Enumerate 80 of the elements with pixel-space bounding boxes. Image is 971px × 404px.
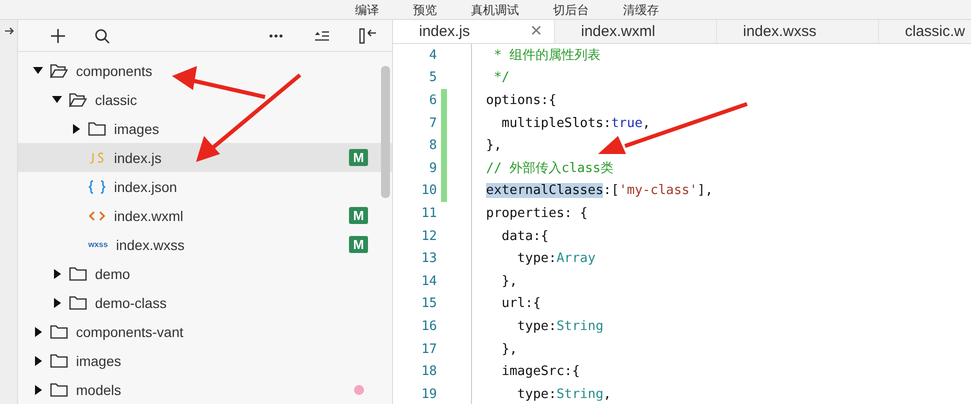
folder-icon	[88, 122, 106, 136]
toolbar-item[interactable]: 清缓存	[623, 2, 659, 16]
file-name: index.js	[114, 150, 162, 166]
line-number: 14	[420, 274, 437, 289]
file-name: models	[76, 382, 122, 398]
tree-item[interactable]: demo-class	[18, 288, 392, 317]
tree-item[interactable]: images	[18, 346, 392, 375]
tree-item[interactable]: index.js M	[18, 143, 392, 172]
folder-icon	[50, 354, 68, 368]
line-number: 11	[420, 206, 437, 221]
toolbar-item[interactable]: 切后台	[553, 2, 589, 16]
code-line: externalClasses:['my-class'],	[486, 183, 713, 198]
code-line: data:{	[500, 228, 549, 244]
folder-icon	[50, 324, 68, 338]
file-name: components	[76, 62, 152, 78]
modified-badge: M	[349, 207, 368, 224]
code-line: properties: {	[486, 206, 588, 221]
file-type-label: wxss	[88, 240, 108, 249]
folder-icon	[69, 296, 87, 310]
tree-item[interactable]: images	[18, 114, 392, 143]
tree-item[interactable]: classic	[18, 85, 392, 114]
code-line: },	[500, 342, 518, 357]
code-line: },	[500, 274, 518, 289]
line-number: 9	[428, 160, 437, 176]
file-name: index.wxss	[116, 236, 184, 252]
folder-icon	[69, 266, 87, 280]
tree-item[interactable]: models	[18, 375, 392, 404]
line-number: 18	[420, 364, 437, 380]
code-line: */	[492, 70, 510, 86]
tree-item[interactable]: wxss index.wxss M	[18, 230, 392, 259]
file-name: index.wxml	[114, 208, 184, 224]
toolbar-item[interactable]: 真机调试	[471, 2, 519, 16]
arrow-right-icon[interactable]	[4, 26, 14, 36]
line-number: 5	[428, 70, 437, 86]
code-line: type:String	[516, 318, 604, 334]
open-folder-icon	[50, 64, 68, 78]
file-name: classic	[95, 92, 138, 108]
file-name: images	[114, 120, 160, 136]
toolbar-item[interactable]: 编译	[355, 2, 379, 16]
code-line: url:{	[500, 296, 541, 312]
line-number: 10	[420, 183, 437, 198]
code-line: multipleSlots:true,	[500, 116, 650, 131]
code-line: * 组件的属性列表	[492, 47, 600, 64]
line-number: 6	[428, 92, 437, 108]
close-icon[interactable]: ×	[530, 20, 542, 43]
line-number: 16	[420, 318, 437, 334]
line-number: 19	[420, 386, 437, 402]
tree-item[interactable]: index.wxml M	[18, 201, 392, 230]
file-name: demo	[95, 266, 130, 282]
file-name: components-vant	[76, 324, 184, 340]
line-number: 12	[420, 228, 437, 244]
code-line: type:Array	[516, 251, 596, 266]
line-number: 15	[420, 296, 437, 312]
code-brackets-icon	[88, 208, 106, 222]
tree-item[interactable]: components	[18, 56, 392, 85]
code-line: type:String,	[516, 386, 612, 402]
code-line: // 外部传入class类	[486, 160, 614, 178]
line-number: 13	[420, 251, 437, 266]
tree-item[interactable]: components-vant	[18, 317, 392, 346]
editor-tab[interactable]: index.js ×	[393, 20, 555, 43]
code-line: options:{	[486, 92, 556, 108]
modified-badge: M	[349, 149, 368, 166]
modified-badge: M	[349, 236, 368, 253]
open-folder-icon	[69, 92, 87, 106]
file-name: index.json	[114, 178, 178, 194]
file-name: demo-class	[95, 294, 167, 310]
tree-item[interactable]: index.json	[18, 172, 392, 201]
folder-icon	[50, 382, 68, 396]
tree-item[interactable]: demo	[18, 259, 392, 288]
js-file-icon	[88, 150, 106, 164]
toolbar-item[interactable]: 预览	[413, 2, 437, 16]
file-name: images	[76, 352, 122, 368]
line-number: 8	[428, 138, 437, 154]
code-line: },	[486, 138, 502, 154]
line-number: 7	[428, 116, 437, 131]
scrollbar[interactable]	[381, 66, 390, 198]
line-number: 17	[420, 342, 437, 357]
braces-icon	[88, 180, 106, 194]
code-line: imageSrc:{	[500, 364, 580, 380]
line-number: 4	[428, 48, 437, 63]
